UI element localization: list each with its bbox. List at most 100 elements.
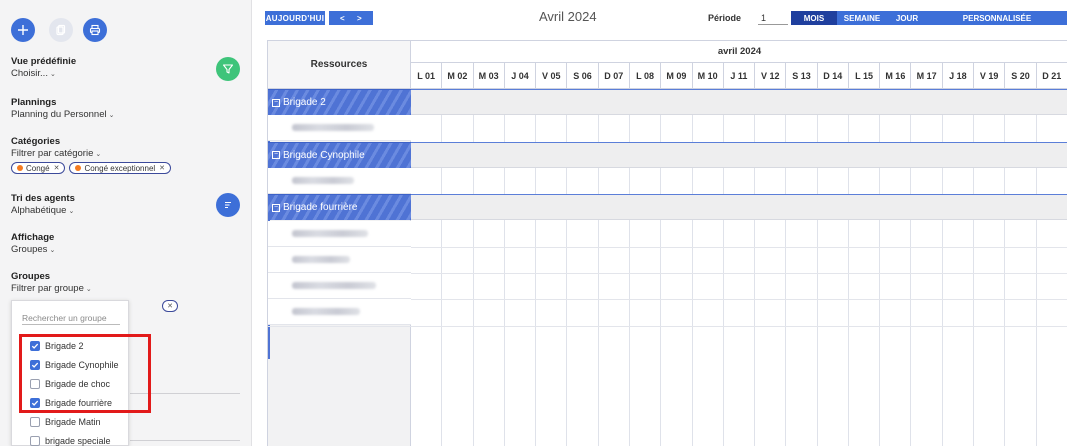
day-header: L 01 xyxy=(411,63,443,89)
sort-icon xyxy=(225,201,231,209)
group-search-input[interactable] xyxy=(22,311,120,325)
day-header: V 12 xyxy=(755,63,787,89)
section-vue-predefinie: Vue prédéfinie Choisir... ⌄ xyxy=(11,56,76,81)
close-icon[interactable]: ✕ xyxy=(54,164,60,172)
redacted-name xyxy=(292,282,376,290)
chevron-down-icon: ⌄ xyxy=(108,112,115,119)
group-header[interactable]: − Brigade 2 xyxy=(268,89,411,115)
category-chip[interactable]: Congé ✕ xyxy=(11,162,66,174)
chevron-down-icon: ⌄ xyxy=(95,151,102,158)
day-header: D 14 xyxy=(818,63,849,89)
redacted-name xyxy=(292,124,374,132)
sort-button[interactable] xyxy=(216,193,240,217)
plannings-select[interactable]: Planning du Personnel ⌄ xyxy=(11,109,114,122)
copy-icon xyxy=(56,24,66,36)
group-header[interactable]: − Brigade Cynophile xyxy=(268,141,411,168)
redacted-name xyxy=(292,176,354,184)
page-title: Avril 2024 xyxy=(539,9,597,24)
section-title: Affichage xyxy=(11,232,55,243)
redacted-name xyxy=(292,308,360,316)
tri-select[interactable]: Alphabétique ⌄ xyxy=(11,205,75,218)
affichage-select[interactable]: Groupes ⌄ xyxy=(11,244,55,257)
chevron-down-icon: ⌄ xyxy=(68,208,75,215)
highlight-box xyxy=(19,334,151,413)
day-header: V 19 xyxy=(974,63,1006,89)
section-title: Vue prédéfinie xyxy=(11,56,77,67)
collapse-icon[interactable]: − xyxy=(272,98,280,107)
collapse-icon[interactable]: − xyxy=(272,151,280,160)
resource-row[interactable] xyxy=(268,115,411,142)
groupes-select[interactable]: Filtrer par groupe ⌄ xyxy=(11,283,92,296)
redacted-name xyxy=(292,255,350,263)
group-header[interactable]: − Brigade fourrière xyxy=(268,194,411,221)
checkbox[interactable] xyxy=(30,417,40,427)
filter-button[interactable] xyxy=(216,57,240,81)
day-header: M 17 xyxy=(911,63,943,89)
chevron-down-icon: ⌄ xyxy=(85,286,92,293)
category-chip[interactable]: Congé exceptionnel ✕ xyxy=(69,162,172,174)
section-categories: Catégories Filtrer par catégorie ⌄ Congé ✕… xyxy=(11,136,175,174)
next-button[interactable]: > xyxy=(357,14,362,23)
section-title: Tri des agents xyxy=(11,193,75,204)
chevron-down-icon: ⌄ xyxy=(49,247,56,254)
print-button[interactable] xyxy=(83,18,107,42)
section-groupes: Groupes Filtrer par groupe ⌄ xyxy=(11,271,92,296)
select-value: Filtrer par groupe xyxy=(11,283,84,294)
section-plannings: Plannings Planning du Personnel ⌄ xyxy=(11,97,114,122)
day-header: S 06 xyxy=(567,63,599,89)
group-name: Brigade 2 xyxy=(283,97,326,108)
day-header: J 11 xyxy=(724,63,756,89)
collapse-icon[interactable]: − xyxy=(272,203,280,212)
resource-row[interactable] xyxy=(268,220,411,247)
periode-input[interactable] xyxy=(758,11,788,25)
day-header: J 04 xyxy=(505,63,537,89)
select-value: Choisir... xyxy=(11,68,48,79)
day-header-row: L 01 M 02 M 03 J 04 V 05 S 06 D 07 L 08 M 09 M 10… xyxy=(411,63,1067,89)
group-name: Brigade fourrière xyxy=(283,202,358,214)
checkbox[interactable] xyxy=(30,436,40,446)
month-header: avril 2024 xyxy=(411,41,1067,63)
resource-row[interactable] xyxy=(268,167,411,194)
category-chips: Congé ✕ Congé exceptionnel ✕ xyxy=(11,162,175,174)
group-band xyxy=(411,194,1067,221)
close-icon[interactable]: ✕ xyxy=(162,300,178,312)
close-icon[interactable]: ✕ xyxy=(159,164,165,172)
chip-label: Congé xyxy=(26,163,50,173)
group-option[interactable]: brigade speciale xyxy=(30,434,111,446)
view-week-button[interactable]: SEMAINE xyxy=(837,11,887,25)
main-area: AUJOURD'HUI < > Avril 2024 Période MOIS … xyxy=(253,0,1067,446)
day-header: V 05 xyxy=(536,63,568,89)
chip-label: Congé exceptionnel xyxy=(84,163,156,173)
copy-button[interactable] xyxy=(49,18,73,42)
day-header: M 09 xyxy=(661,63,693,89)
group-option[interactable]: Brigade Matin xyxy=(30,415,101,429)
vue-predefinie-select[interactable]: Choisir... ⌄ xyxy=(11,68,76,81)
view-custom-button[interactable]: PERSONNALISÉE xyxy=(927,11,1067,25)
view-day-button[interactable]: JOUR xyxy=(887,11,927,25)
day-header: S 20 xyxy=(1005,63,1037,89)
filter-icon xyxy=(222,64,234,74)
resource-row[interactable] xyxy=(268,299,411,326)
section-tri-agents: Tri des agents Alphabétique ⌄ xyxy=(11,193,75,218)
resource-row[interactable] xyxy=(268,273,411,300)
scheduler-grid: Ressources avril 2024 L 01 M 02 M 03 J 04 V … xyxy=(267,40,1067,446)
resource-row[interactable] xyxy=(268,246,411,273)
prev-button[interactable]: < xyxy=(340,14,345,23)
add-button[interactable] xyxy=(11,18,35,42)
categories-select[interactable]: Filtrer par catégorie ⌄ xyxy=(11,148,175,161)
day-header: L 08 xyxy=(630,63,662,89)
section-affichage: Affichage Groupes ⌄ xyxy=(11,232,55,257)
today-button[interactable]: AUJOURD'HUI xyxy=(265,11,325,25)
select-value: Planning du Personnel xyxy=(11,109,107,120)
nav-buttons: < > xyxy=(329,11,373,25)
group-name: Brigade Cynophile xyxy=(283,149,365,161)
day-header: M 16 xyxy=(880,63,912,89)
day-header: M 02 xyxy=(442,63,474,89)
view-month-button[interactable]: MOIS xyxy=(791,11,837,25)
day-header: M 03 xyxy=(474,63,505,89)
day-header: D 21 xyxy=(1037,63,1067,89)
group-band xyxy=(411,141,1067,168)
day-header: S 13 xyxy=(786,63,818,89)
group-band xyxy=(411,89,1067,115)
day-header: D 07 xyxy=(599,63,630,89)
